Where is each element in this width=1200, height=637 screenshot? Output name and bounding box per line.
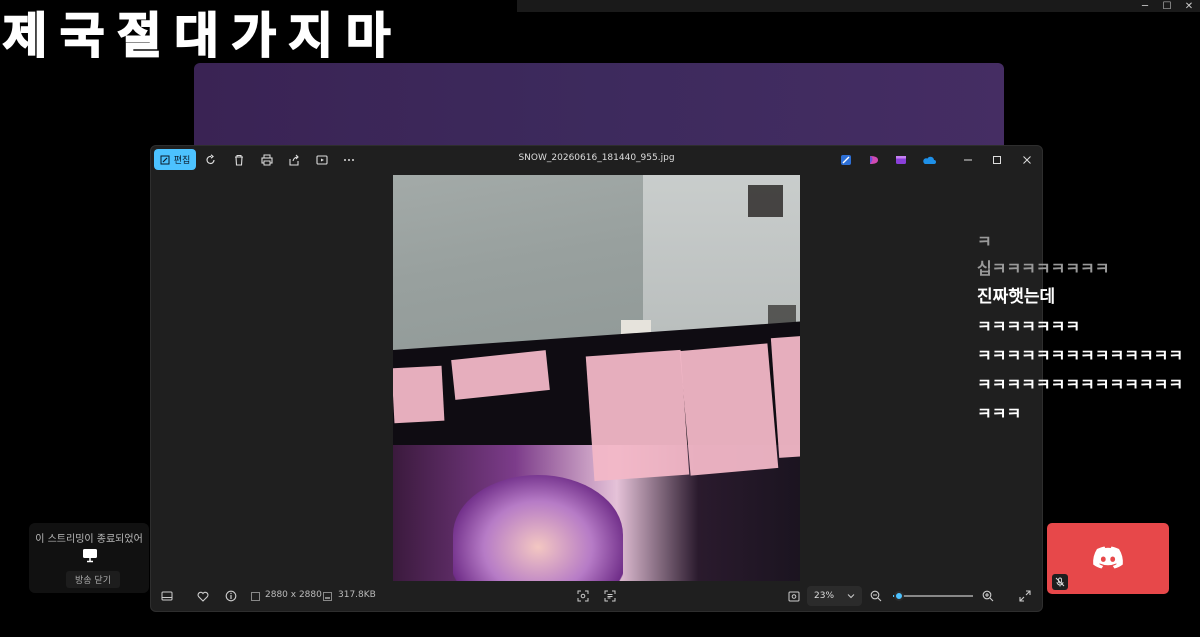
viewer-minimize-button[interactable] [960, 152, 976, 168]
overlay-title: 제국절대가지마 [2, 7, 404, 65]
mic-off-icon [1055, 577, 1065, 587]
clipchamp-app-icon[interactable] [866, 152, 882, 168]
chat-line: ㅋㅋㅋㅋㅋㅋㅋ [977, 317, 1081, 336]
monitor-icon [83, 549, 97, 563]
close-button[interactable]: ✕ [1178, 0, 1200, 12]
file-size-icon [323, 592, 332, 601]
maximize-button[interactable]: ☐ [1156, 0, 1178, 12]
image-dimensions-icon [251, 592, 260, 601]
stream-ended-message: 이 스트리밍이 종료되었어 [35, 534, 143, 545]
viewer-close-button[interactable] [1019, 152, 1035, 168]
window-titlebar [517, 0, 1200, 12]
minimize-button[interactable]: ─ [1134, 0, 1156, 12]
zoom-dropdown[interactable]: 23% [807, 586, 862, 606]
chat-line: ㅋ [977, 232, 992, 251]
heart-icon[interactable] [195, 588, 211, 604]
chat-line: 십ㅋㅋㅋㅋㅋㅋㅋㅋ [977, 259, 1110, 278]
discord-panel[interactable] [1047, 523, 1169, 594]
zoom-out-icon[interactable] [868, 588, 884, 604]
chevron-down-icon [847, 594, 855, 599]
fit-to-window-icon[interactable] [786, 588, 802, 604]
discord-logo-icon [1093, 546, 1123, 569]
sticky-note [585, 349, 690, 482]
zoom-value: 23% [814, 591, 835, 601]
chat-line: 진짜햇는데 [977, 287, 1056, 307]
file-size: 317.8KB [338, 590, 376, 600]
fullscreen-icon[interactable] [1017, 588, 1033, 604]
sticky-note [679, 343, 779, 476]
viewer-maximize-button[interactable] [989, 152, 1005, 168]
background-panel [194, 63, 1004, 153]
info-icon[interactable] [223, 588, 239, 604]
zoom-in-icon[interactable] [980, 588, 996, 604]
designer-app-icon[interactable] [838, 152, 854, 168]
chat-line: ㅋㅋㅋ [977, 404, 1022, 423]
chat-overlay: ㅋ 십ㅋㅋㅋㅋㅋㅋㅋㅋ 진짜햇는데 ㅋㅋㅋㅋㅋㅋㅋ ㅋㅋㅋㅋㅋㅋㅋㅋㅋㅋㅋㅋㅋㅋ… [977, 230, 1200, 428]
viewer-bottom-bar: 2880 x 2880 317.8KB 23% [151, 581, 1042, 611]
photo-viewer-window: 편집 SNOW_20260616_181440_955.jpg 2880 x 2… [150, 145, 1043, 612]
filmstrip-icon[interactable] [159, 588, 175, 604]
viewer-toolbar: 편집 SNOW_20260616_181440_955.jpg [151, 146, 1042, 174]
close-stream-button[interactable]: 방송 닫기 [66, 571, 120, 588]
visual-search-icon[interactable] [575, 588, 591, 604]
window-controls: ─ ☐ ✕ [1134, 0, 1200, 12]
chat-line: ㅋㅋㅋㅋㅋㅋㅋㅋㅋㅋㅋㅋㅋㅋ [977, 375, 1184, 394]
zoom-slider-thumb[interactable] [893, 591, 904, 601]
mute-toggle[interactable] [1052, 574, 1068, 590]
stream-ended-panel: 이 스트리밍이 종료되었어 방송 닫기 [29, 523, 149, 593]
video-editor-app-icon[interactable] [893, 152, 909, 168]
photo-image [393, 175, 800, 581]
zoom-slider[interactable] [893, 591, 973, 601]
sticky-note [393, 365, 445, 424]
text-recognition-icon[interactable] [602, 588, 618, 604]
onedrive-icon[interactable] [921, 152, 937, 168]
chat-line: ㅋㅋㅋㅋㅋㅋㅋㅋㅋㅋㅋㅋㅋㅋ [977, 346, 1184, 365]
image-dimensions: 2880 x 2880 [265, 590, 322, 600]
